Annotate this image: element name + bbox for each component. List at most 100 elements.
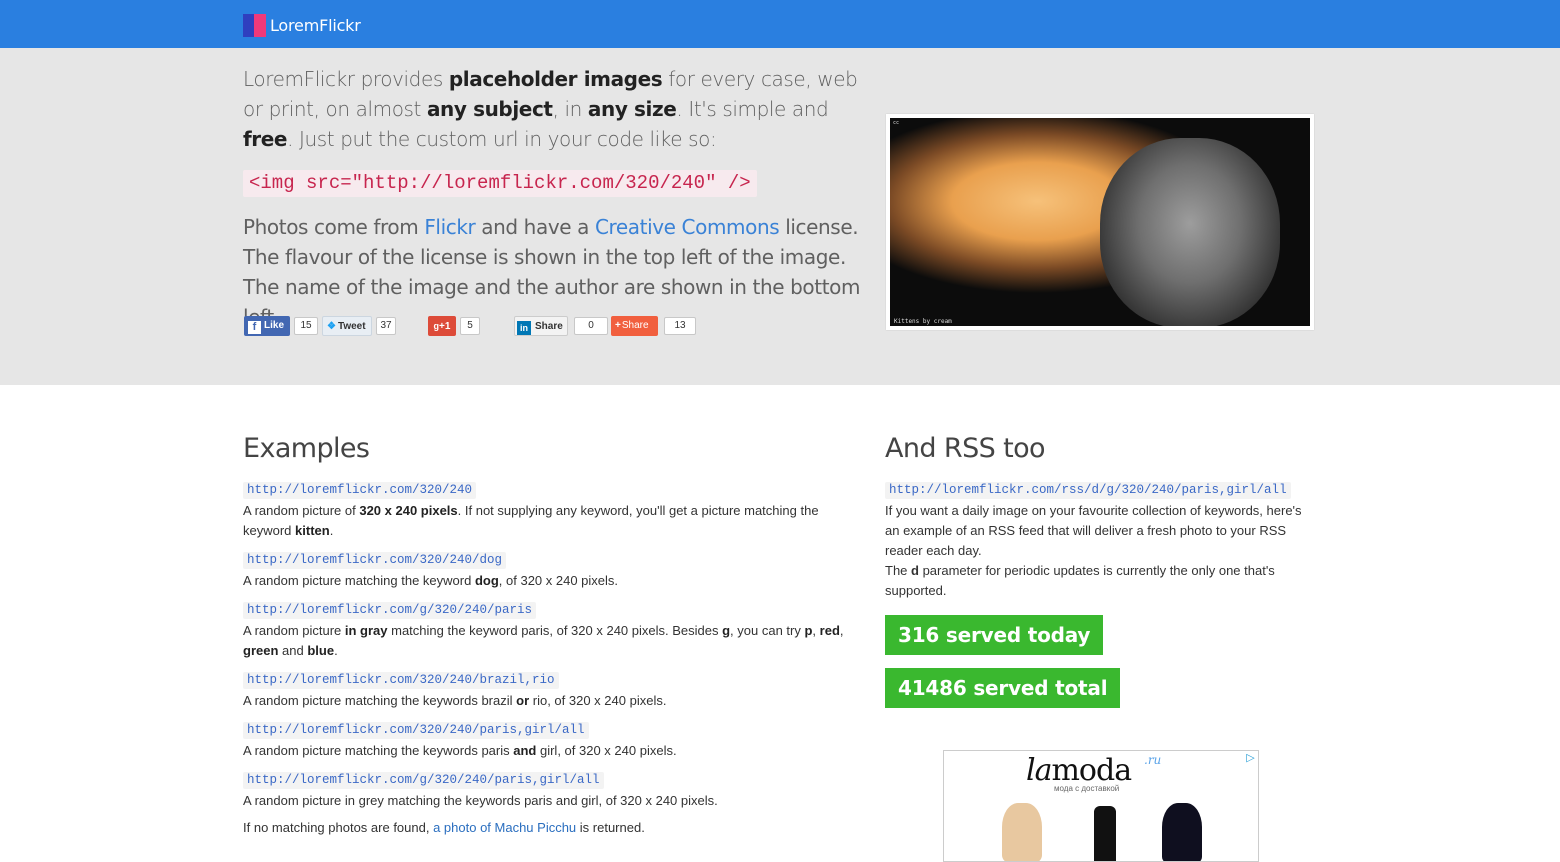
text: A random picture matching the keywords b… <box>243 693 517 708</box>
text: A random picture matching the keywords p… <box>243 743 514 758</box>
ad-brand-b: moda <box>1051 753 1132 788</box>
gplus-button[interactable]: g+1 <box>428 316 456 336</box>
bold-text: green <box>243 643 279 658</box>
text: A random picture matching the keyword <box>243 573 475 588</box>
bold-text: any subject <box>426 97 553 121</box>
tweet-button[interactable]: ❖ Tweet <box>322 316 372 336</box>
ad-brand-a: la <box>1026 753 1053 788</box>
adchoices-icon[interactable]: ▷ <box>1244 752 1257 765</box>
example-description: A random picture of 320 x 240 pixels. If… <box>243 501 863 541</box>
example-description: A random picture matching the keywords b… <box>243 691 863 711</box>
text: . <box>329 523 334 538</box>
example-url[interactable]: http://loremflickr.com/g/320/240/paris <box>243 602 537 619</box>
text: A random picture in grey matching the ke… <box>243 793 718 808</box>
facebook-icon: f <box>248 321 261 334</box>
grey-kitten <box>1100 138 1280 326</box>
brand-link[interactable]: LoremFlickr <box>243 13 361 37</box>
served-total-badge: 41486 served total <box>885 668 1121 708</box>
rss-description: If you want a daily image on your favour… <box>885 503 1302 558</box>
hero-section: LoremFlickr provides placeholder images … <box>0 48 1560 385</box>
example-url[interactable]: http://loremflickr.com/320/240/brazil,ri… <box>243 672 559 689</box>
machu-picchu-link[interactable]: a photo of Machu Picchu <box>433 820 576 835</box>
share-count: 13 <box>664 317 696 335</box>
example-description: A random picture matching the keyword do… <box>243 571 863 591</box>
text: , in <box>552 97 588 121</box>
rss-section: http://loremflickr.com/rss/d/g/320/240/p… <box>885 479 1317 601</box>
photo-caption: Kittens by cream <box>894 318 952 325</box>
example-item: http://loremflickr.com/320/240 A random p… <box>243 479 863 541</box>
dress-image <box>1002 803 1042 861</box>
example-item: http://loremflickr.com/320/240/paris,gir… <box>243 719 863 761</box>
linkedin-icon: in <box>517 321 531 335</box>
license-text-b: and have a <box>475 215 595 239</box>
coat-image <box>1162 803 1202 861</box>
bold-text: and <box>513 743 537 758</box>
ad-brand-ru: .ru <box>1144 753 1162 767</box>
example-description: A random picture in gray matching the ke… <box>243 621 863 661</box>
text: rio, of 320 x 240 pixels. <box>529 693 667 708</box>
brand-logo-icon <box>243 13 266 37</box>
examples-footer: If no matching photos are found, a photo… <box>243 818 863 838</box>
rss-note-c: parameter for periodic updates is curren… <box>885 563 1275 598</box>
rss-note-param: d <box>911 563 919 578</box>
example-item: http://loremflickr.com/g/320/240/paris,g… <box>243 769 863 811</box>
rss-url[interactable]: http://loremflickr.com/rss/d/g/320/240/p… <box>885 482 1291 499</box>
advertisement[interactable]: lamoda .ru мода с доставкой ▷ <box>943 750 1259 862</box>
example-description: A random picture matching the keywords p… <box>243 741 863 761</box>
bold-text: free <box>243 127 288 151</box>
example-description: A random picture in grey matching the ke… <box>243 791 863 811</box>
bold-text: placeholder images <box>448 67 663 91</box>
rss-heading: And RSS too <box>885 433 1046 464</box>
bold-text: dog <box>474 573 499 588</box>
text: matching the keyword paris, of 320 x 240… <box>387 623 723 638</box>
creative-commons-link[interactable]: Creative Commons <box>595 215 780 239</box>
ad-tagline: мода с доставкой <box>1054 784 1120 793</box>
bold-text: any size <box>587 97 677 121</box>
example-url[interactable]: http://loremflickr.com/320/240 <box>243 482 477 499</box>
text: . Just put the custom url in your code l… <box>287 127 717 151</box>
bold-text: g <box>722 623 731 638</box>
text: A random picture of <box>243 503 360 518</box>
linkedin-share-button[interactable]: in Share <box>514 316 568 336</box>
rss-note-a: The <box>885 563 912 578</box>
ad-brand: lamoda <box>1026 753 1132 788</box>
bold-text: blue <box>307 643 335 658</box>
footer-text-a: If no matching photos are found, <box>243 820 434 835</box>
gplus-count: 5 <box>460 317 480 335</box>
license-badge-icon: cc <box>893 120 900 126</box>
share-button[interactable]: +Share <box>611 316 658 336</box>
navbar: LoremFlickr <box>0 0 1560 48</box>
example-url[interactable]: http://loremflickr.com/320/240/paris,gir… <box>243 722 589 739</box>
bold-text: kitten <box>295 523 330 538</box>
gplus-label: +1 <box>439 321 451 332</box>
text: , <box>812 623 820 638</box>
example-item: http://loremflickr.com/320/240/brazil,ri… <box>243 669 863 711</box>
tweet-label: Tweet <box>337 321 366 332</box>
text: LoremFlickr provides <box>243 67 449 91</box>
text: girl, of 320 x 240 pixels. <box>536 743 677 758</box>
text: A random picture <box>243 623 345 638</box>
like-count: 15 <box>294 317 318 335</box>
facebook-like-button[interactable]: f Like <box>244 316 290 336</box>
hero-code-example: <img src="http://loremflickr.com/320/240… <box>243 170 757 197</box>
bold-text: 320 x 240 pixels <box>359 503 458 518</box>
rss-note: The d parameter for periodic updates is … <box>885 561 1317 601</box>
text: . <box>334 643 338 658</box>
bold-text: in gray <box>344 623 388 638</box>
like-label: Like <box>264 320 285 331</box>
plus-icon: + <box>615 320 621 331</box>
text: , of 320 x 240 pixels. <box>498 573 619 588</box>
text: , you can try <box>730 623 805 638</box>
text: . It's simple and <box>676 97 829 121</box>
bold-text: red <box>819 623 840 638</box>
served-today-badge: 316 served today <box>885 615 1104 655</box>
brand-text: LoremFlickr <box>270 15 361 35</box>
linkedin-label: Share <box>535 321 563 332</box>
footer-text-b: is returned. <box>576 820 645 835</box>
examples-heading: Examples <box>243 433 370 464</box>
flickr-link[interactable]: Flickr <box>424 215 475 239</box>
example-item: http://loremflickr.com/320/240/dog A rand… <box>243 549 863 591</box>
example-url[interactable]: http://loremflickr.com/g/320/240/paris,g… <box>243 772 604 789</box>
example-url[interactable]: http://loremflickr.com/320/240/dog <box>243 552 507 569</box>
bold-text: or <box>516 693 530 708</box>
